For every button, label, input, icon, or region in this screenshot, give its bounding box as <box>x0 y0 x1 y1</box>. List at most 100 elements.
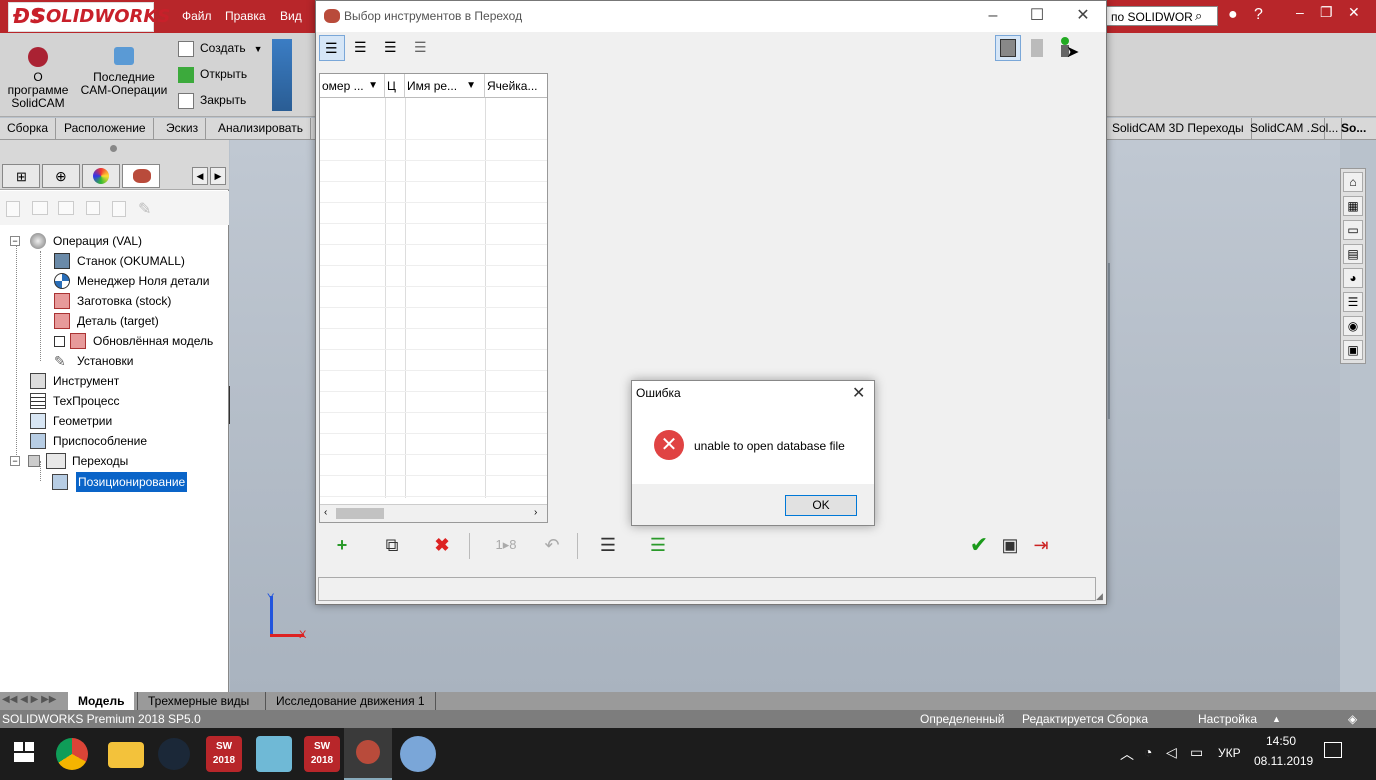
view-palette-icon[interactable]: ▤ <box>1343 244 1363 264</box>
renumber-button[interactable]: 1▸8 <box>486 531 526 559</box>
dialog-maximize-icon[interactable]: ☐ <box>1022 5 1052 27</box>
tab-solidcam-3d[interactable]: SolidCAM 3D Переходы <box>1104 118 1252 139</box>
toolbox-icon[interactable]: ▣ <box>1343 340 1363 360</box>
home-icon[interactable]: ⌂ <box>1343 172 1363 192</box>
library-icon[interactable]: ▦ <box>1343 196 1363 216</box>
tab-analyze[interactable]: Анализировать <box>211 118 311 139</box>
scroll-right-icon[interactable]: › <box>534 507 537 518</box>
feature-tree-tab[interactable]: ⊞ <box>2 164 40 188</box>
export-list-button[interactable]: ☰ <box>644 531 672 559</box>
view-table-button[interactable]: ☰ <box>409 35 435 61</box>
scroll-thumb[interactable] <box>336 508 384 519</box>
column-header-cell[interactable]: Ячейка... <box>485 74 547 98</box>
search-box[interactable]: по SOLIDWOR ⌕ <box>1106 6 1218 26</box>
new-icon[interactable] <box>6 201 20 217</box>
restore-icon[interactable]: ❐ <box>1320 4 1333 21</box>
confirm-button[interactable]: ✔ <box>965 531 993 559</box>
delete-tool-button[interactable]: ✖ <box>428 531 456 559</box>
status-settings[interactable]: Настройка <box>1198 710 1257 728</box>
solidworks-logo[interactable]: ƉS SOLIDWORKS <box>8 2 170 32</box>
appearance-tab[interactable] <box>82 164 120 188</box>
tab-assembly[interactable]: Сборка <box>0 118 57 139</box>
status-arrow-icon[interactable]: ▲ <box>1272 710 1281 728</box>
user-icon[interactable]: ● <box>1228 6 1238 24</box>
close-icon[interactable]: ✕ <box>1348 4 1360 21</box>
tool-filter-button[interactable] <box>995 35 1021 61</box>
property-tab[interactable]: ⊕ <box>42 164 80 188</box>
resize-grip-icon[interactable]: ◢ <box>1096 591 1103 602</box>
view-list-button[interactable]: ☰ <box>319 35 345 61</box>
notifications-icon[interactable] <box>1324 742 1342 758</box>
menu-file[interactable]: Файл <box>182 9 212 23</box>
import-icon[interactable] <box>58 201 74 215</box>
import-list-button[interactable]: ☰ <box>594 531 622 559</box>
tab-motion-study[interactable]: Исследование движения 1 <box>265 692 436 710</box>
collapse-icon[interactable]: − <box>10 456 20 466</box>
checkbox-icon[interactable] <box>28 455 40 467</box>
save-icon[interactable] <box>86 201 100 215</box>
panel-grip-icon[interactable] <box>110 145 117 152</box>
error-close-icon[interactable]: ✕ <box>852 383 865 403</box>
paint-icon[interactable] <box>400 736 436 772</box>
open-folder-icon[interactable] <box>32 201 48 215</box>
appearances-icon[interactable]: ◕ <box>1343 268 1363 288</box>
tool-filter-2-button[interactable] <box>1025 35 1051 61</box>
folder-explorer-icon[interactable]: ▭ <box>1343 220 1363 240</box>
tab-model[interactable]: Модель <box>68 692 135 710</box>
solidworks-2018-icon[interactable]: SW 2018 <box>206 736 242 772</box>
language-indicator[interactable]: УКР <box>1218 746 1241 760</box>
tray-chevron-icon[interactable]: ︿ <box>1120 744 1134 764</box>
open-button[interactable]: Открыть <box>178 67 247 83</box>
column-header-name[interactable]: Имя ре... ▼ <box>405 74 485 98</box>
minimize-icon[interactable]: – <box>1296 4 1304 20</box>
view-details-button[interactable]: ☰ <box>349 35 375 61</box>
menu-edit[interactable]: Правка <box>225 9 266 23</box>
chrome-icon[interactable] <box>56 738 88 770</box>
horizontal-scrollbar[interactable]: ‹ › <box>320 504 547 522</box>
tab-nav-icon[interactable]: ◀◀ ◀ ▶ ▶▶ <box>2 694 56 705</box>
create-button[interactable]: Создать ▼ <box>178 41 263 57</box>
file-explorer-icon[interactable] <box>108 742 144 768</box>
save-button[interactable]: ▣ <box>996 531 1024 559</box>
column-header-color[interactable]: Ц <box>385 74 405 98</box>
clock-time[interactable]: 14:50 <box>1266 734 1296 748</box>
copy-tool-button[interactable]: ⧉ <box>378 531 406 559</box>
dialog-minimize-icon[interactable]: – <box>978 5 1008 27</box>
undo-button[interactable]: ↶ <box>538 531 566 559</box>
solidcam-pane-icon[interactable]: ◉ <box>1343 316 1363 336</box>
tab-scroll-left[interactable]: ◀ <box>192 167 208 185</box>
tab-layout[interactable]: Расположение <box>57 118 154 139</box>
document-icon[interactable] <box>112 201 126 217</box>
about-solidcam-button[interactable]: О программе SolidCAM <box>6 47 70 110</box>
network-icon[interactable]: ◔ <box>1144 744 1152 760</box>
tab-sketch[interactable]: Эскиз <box>159 118 207 139</box>
checkbox-icon[interactable] <box>54 336 65 347</box>
tools-table[interactable]: омер ... ▼ Ц Имя ре... ▼ Ячейка... ‹ › <box>319 73 548 523</box>
exit-button[interactable]: ⇥ <box>1027 531 1055 559</box>
ok-button[interactable]: OK <box>785 495 857 516</box>
close-file-button[interactable]: Закрыть <box>178 93 246 109</box>
scroll-left-icon[interactable]: ‹ <box>324 507 327 518</box>
search-icon[interactable]: ⌕ <box>1195 8 1202 24</box>
start-icon[interactable] <box>14 742 34 762</box>
collapse-icon[interactable]: − <box>10 236 20 246</box>
properties-icon[interactable]: ☰ <box>1343 292 1363 312</box>
search-input[interactable]: по SOLIDWOR <box>1111 10 1193 24</box>
solidworks-2018-active-icon[interactable]: SW 2018 <box>304 736 340 772</box>
help-icon[interactable]: ? <box>1254 6 1263 24</box>
solidcam-taskbar-button[interactable] <box>344 728 392 780</box>
tab-3d-views[interactable]: Трехмерные виды <box>137 692 259 710</box>
clock-date[interactable]: 08.11.2019 <box>1254 754 1313 768</box>
keyboard-icon[interactable]: ▭ <box>1190 744 1203 761</box>
add-tool-button[interactable]: + <box>328 531 356 559</box>
menu-view[interactable]: Вид <box>280 9 302 23</box>
tab-scroll-right[interactable]: ▶ <box>210 167 226 185</box>
recent-operations-button[interactable]: Последние CAM-Операции <box>80 47 168 97</box>
column-header-number[interactable]: омер ... ▼ <box>320 74 385 98</box>
app-icon[interactable] <box>256 736 292 772</box>
volume-icon[interactable]: ◁ <box>1166 744 1177 761</box>
view-compact-button[interactable]: ☰ <box>379 35 405 61</box>
assembly-tools-icon[interactable] <box>272 39 292 111</box>
solidcam-tab[interactable] <box>122 164 160 188</box>
tab-solidcam-4[interactable]: So... <box>1338 118 1369 139</box>
